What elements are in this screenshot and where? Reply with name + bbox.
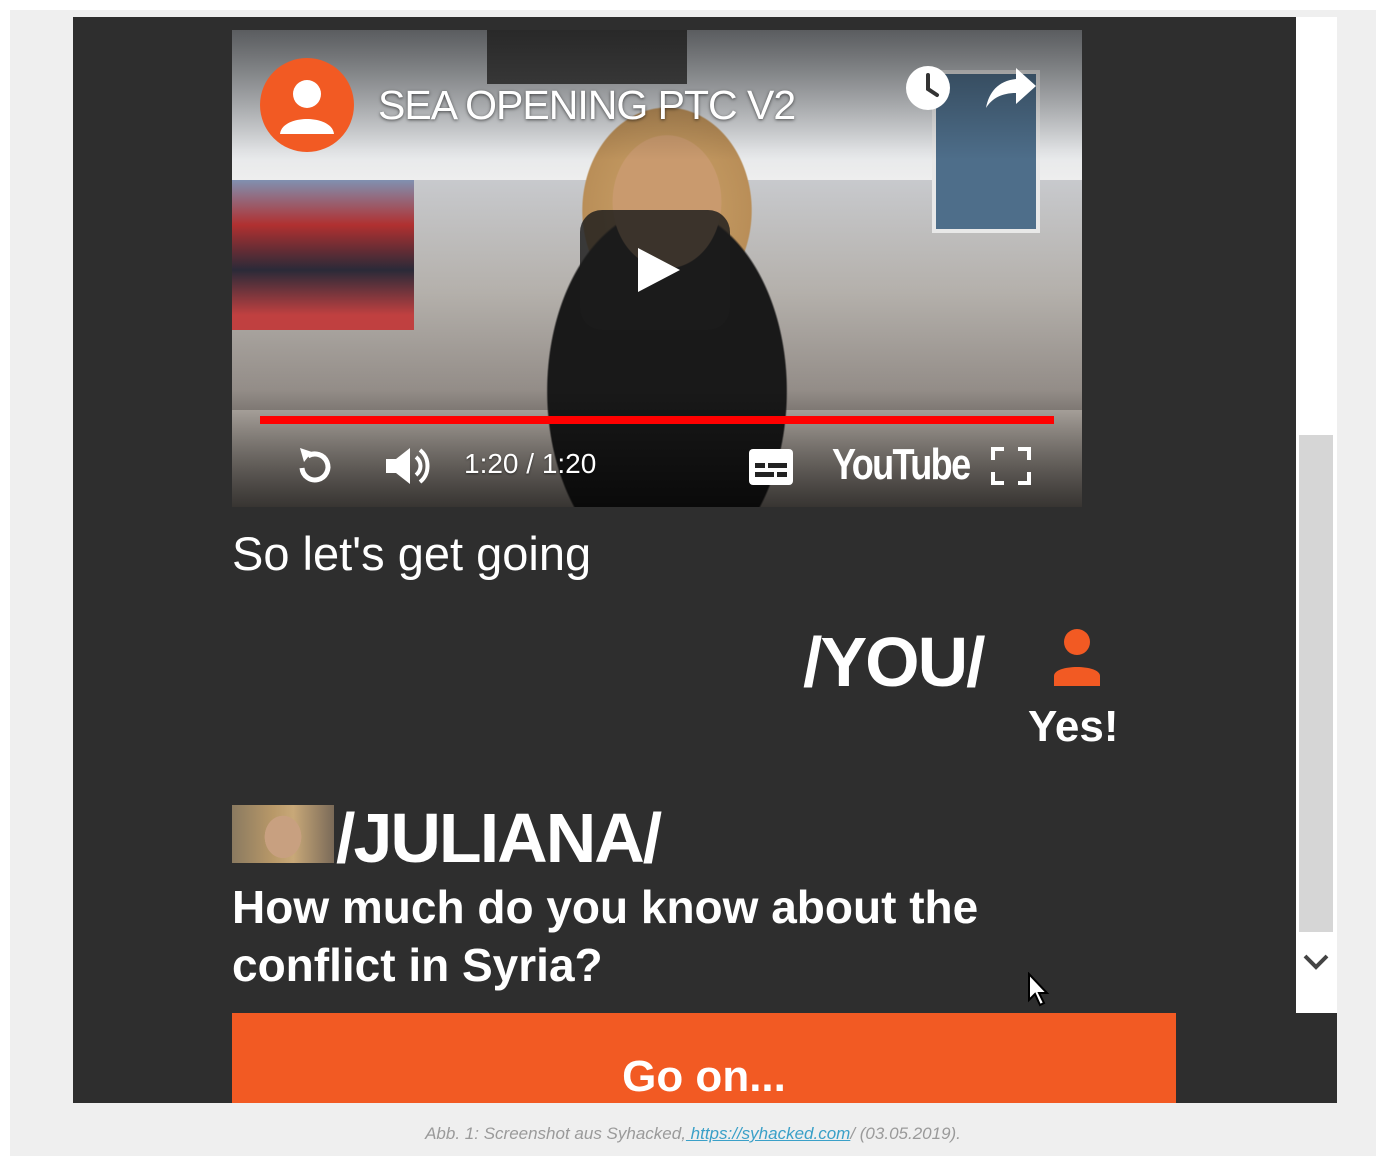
caption-suffix: / (03.05.2019). bbox=[850, 1124, 961, 1143]
fullscreen-icon[interactable] bbox=[990, 446, 1032, 491]
you-reply: Yes! bbox=[1028, 702, 1119, 751]
scrollbar-thumb[interactable] bbox=[1299, 435, 1333, 932]
figure-caption: Abb. 1: Screenshot aus Syhacked, https:/… bbox=[0, 1124, 1386, 1144]
video-timecode: 1:20 / 1:20 bbox=[464, 448, 597, 479]
play-icon bbox=[638, 248, 680, 292]
channel-avatar-icon[interactable] bbox=[260, 58, 354, 152]
replay-icon[interactable] bbox=[292, 444, 336, 493]
subtitles-icon[interactable] bbox=[748, 448, 794, 491]
play-button[interactable] bbox=[580, 210, 730, 330]
caption-link[interactable]: https://syhacked.com bbox=[686, 1124, 851, 1143]
juliana-speaker-label: /JULIANA/ bbox=[336, 799, 662, 877]
share-icon[interactable] bbox=[984, 66, 1038, 115]
volume-icon[interactable] bbox=[384, 444, 434, 493]
narration-line: So let's get going bbox=[232, 527, 592, 580]
juliana-avatar bbox=[232, 805, 334, 863]
video-player[interactable]: SEA OPENING PTC V2 1:20 / 1:20 YouTube bbox=[232, 30, 1082, 507]
video-inset-image bbox=[232, 180, 414, 330]
caption-prefix: Abb. 1: Screenshot aus Syhacked, bbox=[425, 1124, 686, 1143]
mouse-cursor-icon bbox=[1027, 971, 1051, 1008]
video-title[interactable]: SEA OPENING PTC V2 bbox=[378, 82, 796, 129]
juliana-question: How much do you know about the conflict … bbox=[232, 881, 979, 991]
user-icon bbox=[1052, 628, 1102, 686]
youtube-logo[interactable]: YouTube bbox=[832, 440, 971, 490]
watch-later-icon[interactable] bbox=[904, 64, 952, 117]
go-on-button[interactable]: Go on... bbox=[232, 1013, 1176, 1103]
you-speaker-label: /YOU/ bbox=[803, 623, 986, 701]
scroll-down-chevron-icon[interactable] bbox=[1301, 946, 1331, 976]
progress-bar[interactable] bbox=[260, 416, 1054, 424]
